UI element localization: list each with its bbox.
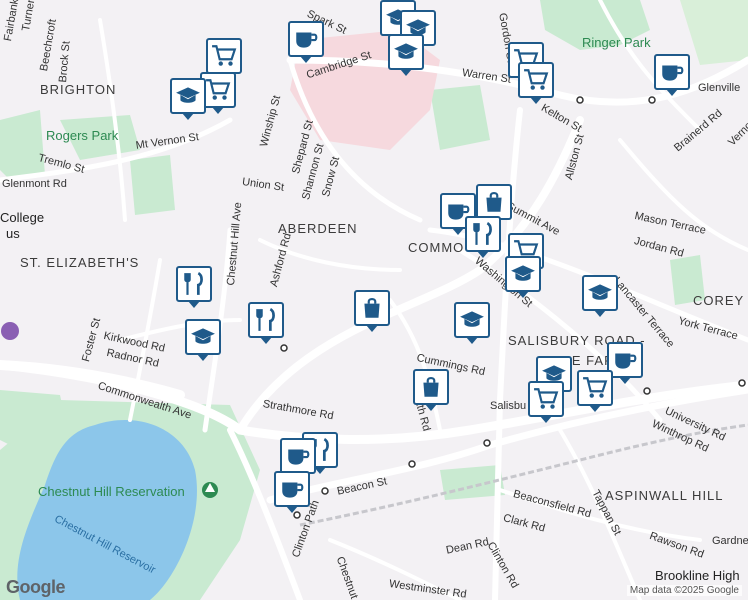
shopping-bag-icon [423, 376, 439, 397]
coffee-cup-icon [662, 65, 684, 81]
neighborhood-label: ASPINWALL HILL [605, 488, 724, 503]
cafe-pin[interactable] [288, 21, 324, 63]
neighborhood-label: BRIGHTON [40, 82, 117, 97]
shopping-cart-icon [534, 388, 559, 409]
shopping-bag-icon [486, 191, 502, 212]
map-attribution: Map data ©2025 Google [626, 585, 742, 596]
museum-icon [1, 322, 19, 340]
park-label: Chestnut Hill Reservation [38, 484, 185, 499]
restaurant-pin[interactable] [176, 266, 212, 308]
education-pin[interactable] [185, 319, 221, 361]
shopping-cart-icon [524, 69, 549, 90]
education-pin[interactable] [505, 256, 541, 298]
coffee-cup-icon [615, 353, 637, 369]
coffee-cup-icon [296, 32, 318, 48]
neighborhood-label: COMMO [408, 240, 465, 255]
grocery-pin[interactable] [518, 62, 554, 104]
graduation-cap-icon [191, 328, 215, 344]
education-pin[interactable] [388, 34, 424, 76]
fork-knife-icon [256, 307, 275, 331]
graduation-cap-icon [511, 265, 535, 281]
grocery-pin[interactable] [577, 370, 613, 412]
cafe-pin[interactable] [654, 54, 690, 96]
coffee-cup-icon [282, 482, 304, 498]
park-label: Ringer Park [582, 35, 651, 50]
street-label: Glenville [698, 82, 741, 94]
graduation-cap-icon [588, 284, 612, 300]
shopping-cart-icon [212, 45, 237, 66]
education-pin[interactable] [170, 78, 206, 120]
shopping-cart-icon [206, 79, 231, 100]
map[interactable]: BRIGHTON ABERDEEN COMMO ST. ELIZABETH'S … [0, 0, 748, 600]
park-label: Rogers Park [46, 128, 119, 143]
shopping-cart-icon [583, 377, 608, 398]
grocery-pin[interactable] [528, 381, 564, 423]
place-label: College [0, 210, 45, 225]
graduation-cap-icon [394, 43, 418, 59]
restaurant-pin[interactable] [248, 302, 284, 344]
fork-knife-icon [184, 271, 203, 295]
street-label: Gardner [712, 535, 748, 547]
neighborhood-label: ST. ELIZABETH'S [20, 255, 140, 270]
google-logo[interactable]: Google [6, 577, 66, 598]
fork-knife-icon [473, 221, 492, 245]
shopping-pin[interactable] [354, 290, 390, 332]
street-label: Salisbu [490, 400, 527, 412]
shopping-bag-icon [364, 297, 380, 318]
education-pin[interactable] [582, 275, 618, 317]
coffee-cup-icon [288, 449, 310, 465]
shopping-pin[interactable] [413, 369, 449, 411]
cafe-pin[interactable] [280, 438, 316, 480]
grocery-pin[interactable] [206, 38, 242, 80]
restaurant-pin[interactable] [465, 216, 501, 258]
shopping-pin[interactable] [476, 184, 512, 226]
neighborhood-label: COREY H [693, 293, 748, 308]
place-label: Brookline High [655, 568, 740, 583]
education-pin[interactable] [454, 302, 490, 344]
place-label: us [6, 226, 20, 241]
graduation-cap-icon [176, 87, 200, 103]
street-label: Glenmont Rd [2, 178, 67, 190]
graduation-cap-icon [460, 311, 484, 327]
cafe-pin[interactable] [274, 471, 310, 513]
